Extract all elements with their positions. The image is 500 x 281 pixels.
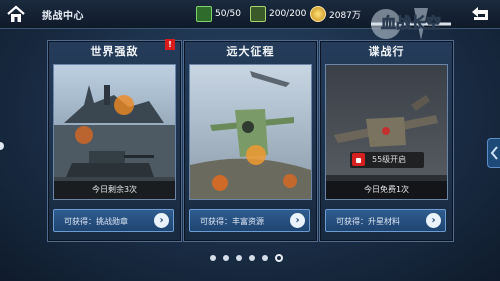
card-title: 远大征程 (226, 45, 275, 58)
back-button[interactable] (466, 3, 494, 25)
energy-resource: 200/200 (250, 5, 306, 23)
alert-badge: ! (165, 39, 175, 50)
card-artwork: 55级开启 今日免费1次 (325, 64, 448, 200)
gold-resource: 2087万 (310, 5, 361, 23)
card-artwork (189, 64, 312, 200)
svg-text:血战长空: 血战长空 (381, 14, 441, 32)
chevron-right-icon: › (154, 213, 169, 228)
remaining-attempts: 今日剩余3次 (54, 181, 175, 199)
left-edge-handle[interactable] (0, 142, 4, 150)
gold-coin-icon (310, 6, 326, 22)
stamina-value: 50/50 (215, 9, 241, 19)
chevron-right-icon: › (426, 213, 441, 228)
pagination (210, 253, 283, 263)
lock-icon (352, 153, 365, 166)
reward-button[interactable]: 可获得：挑战勋章 › (53, 209, 174, 232)
energy-icon (250, 6, 266, 22)
page-dot[interactable] (236, 255, 242, 261)
reward-label: 可获得：升星材料 (336, 217, 400, 226)
stamina-resource: 50/50 (196, 5, 241, 23)
top-bar: 挑战中心 50/50 200/200 2087万 血战长空 (0, 0, 500, 40)
chevron-left-icon (490, 146, 498, 160)
page-dot-active[interactable] (275, 254, 283, 262)
home-button[interactable] (4, 3, 28, 25)
card-world-enemy[interactable]: 世界强敌 ! 今日剩余3次 可获得：挑战勋章 › (47, 39, 182, 242)
reward-button[interactable]: 可获得：升星材料 › (325, 209, 446, 232)
chevron-right-icon: › (290, 213, 305, 228)
level-lock: 55级开启 (350, 152, 424, 168)
card-title: 谍战行 (368, 45, 405, 58)
card-artwork: 今日剩余3次 (53, 64, 176, 200)
reward-label: 可获得：挑战勋章 (64, 217, 128, 226)
stamina-icon (196, 6, 212, 22)
side-expand-button[interactable] (487, 138, 500, 168)
page-title: 挑战中心 (42, 11, 84, 22)
page-dot[interactable] (249, 255, 255, 261)
home-icon (7, 5, 25, 22)
page-dot[interactable] (262, 255, 268, 261)
reward-label: 可获得：丰富资源 (200, 217, 264, 226)
card-spy-war[interactable]: 谍战行 55级开启 今日免费1次 可获得：升星材料 › (319, 40, 454, 242)
lock-label: 55级开启 (372, 155, 407, 164)
gold-value: 2087万 (329, 10, 361, 21)
card-title: 世界强敌 (90, 45, 139, 58)
energy-value: 200/200 (269, 9, 307, 19)
card-grand-expedition[interactable]: 远大征程 可获得：丰富资源 › (183, 40, 318, 242)
free-attempts: 今日免费1次 (326, 181, 447, 199)
back-arrow-icon (472, 7, 488, 20)
page-dot[interactable] (210, 255, 216, 261)
reward-button[interactable]: 可获得：丰富资源 › (189, 209, 310, 232)
page-dot[interactable] (223, 255, 229, 261)
